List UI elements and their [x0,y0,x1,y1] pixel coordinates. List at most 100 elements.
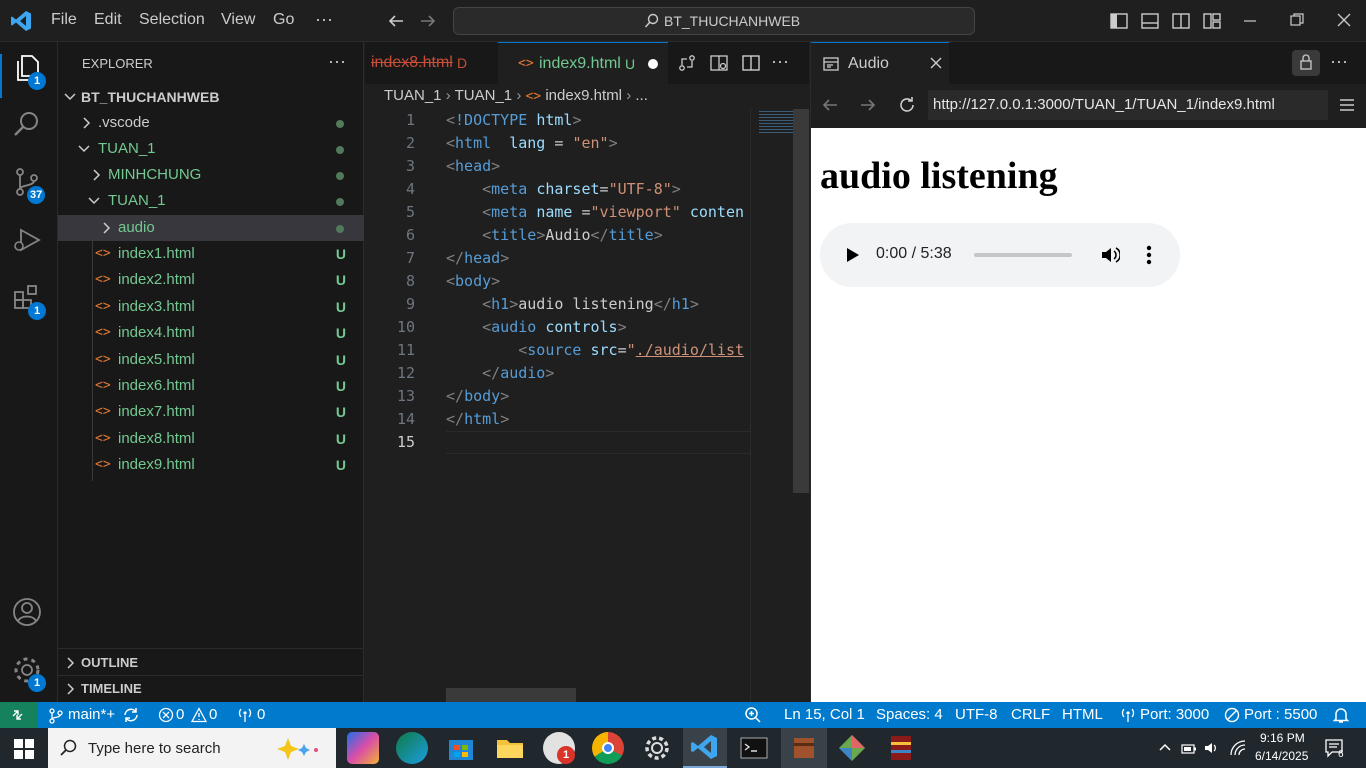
folder-tuan1[interactable]: TUAN_1 [58,136,364,162]
settings-app-icon[interactable] [641,732,673,764]
sync-icon[interactable] [122,706,140,724]
folder-tuan1-inner[interactable]: TUAN_1 [58,188,364,214]
git-branch[interactable]: main*+ [68,706,115,723]
menu-more[interactable]: ··· [315,9,333,30]
file-index4[interactable]: <> index4.html U [58,320,364,346]
file-index1[interactable]: <> index1.html U [58,241,364,267]
split-editor-icon[interactable] [742,54,760,72]
file-index3[interactable]: <> index3.html U [58,294,364,320]
chrome-app-icon[interactable] [592,732,624,764]
wifi-icon[interactable] [1229,740,1247,756]
file-index2[interactable]: <> index2.html U [58,267,364,293]
play-icon[interactable] [844,247,860,263]
file-index9[interactable]: <> index9.html U [58,452,364,478]
compare-changes-icon[interactable] [678,54,696,72]
breadcrumb-item[interactable]: TUAN_1 [455,87,513,104]
taskbar-search[interactable]: Type here to search [48,728,336,768]
windows-start-icon[interactable] [14,739,34,759]
folder-minhchung[interactable]: MINHCHUNG [58,162,364,188]
notification-bell-icon[interactable] [1332,706,1350,724]
vscode-taskbar-button[interactable] [683,728,727,768]
command-center[interactable]: BT_THUCHANHWEB [453,7,975,35]
workspace-root[interactable]: BT_THUCHANHWEB [58,84,364,110]
source-control-icon[interactable]: 37 [11,166,47,204]
toggle-secondary-sidebar-icon[interactable] [1172,12,1190,30]
explorer-more-button[interactable]: ··· [328,51,346,72]
battery-icon[interactable] [1181,740,1197,756]
open-preview-icon[interactable] [710,54,728,72]
close-tab-icon[interactable] [930,57,942,69]
menu-file[interactable]: File [51,11,77,29]
file-index6[interactable]: <> index6.html U [58,373,364,399]
breadcrumb-item[interactable]: ... [635,87,648,104]
folder-audio[interactable]: audio [58,215,364,241]
cursor-position[interactable]: Ln 15, Col 1 [784,706,865,723]
breadcrumb-item[interactable]: index9.html [545,87,622,104]
menu-go[interactable]: Go [273,11,294,29]
browser-back-icon[interactable] [821,96,839,114]
close-icon[interactable] [1336,12,1352,28]
audio-options-icon[interactable] [1146,245,1152,265]
store-app-icon[interactable] [445,732,477,764]
winrar-app-icon[interactable] [885,732,917,764]
ports-count[interactable]: 0 [257,706,265,723]
minimize-icon[interactable] [1243,12,1257,30]
toggle-panel-icon[interactable] [1141,12,1159,30]
browser-more-icon[interactable]: ··· [1330,51,1348,72]
breadcrumb-item[interactable]: TUAN_1 [384,87,442,104]
settings-gear-icon[interactable]: 1 [11,654,47,692]
unsaved-dot-icon[interactable] [648,59,658,69]
encoding[interactable]: UTF-8 [955,706,998,723]
file-index8[interactable]: <> index8.html U [58,426,364,452]
restore-icon[interactable] [1289,12,1305,28]
remote-indicator[interactable] [0,702,38,728]
speaker-icon[interactable] [1203,740,1219,756]
zoom-icon[interactable] [744,706,762,724]
edge-app-icon[interactable] [396,732,428,764]
copilot-app-icon[interactable] [347,732,379,764]
tab-index9[interactable]: <> index9.html U [498,42,668,84]
menu-view[interactable]: View [221,11,255,29]
extensions-icon[interactable]: 1 [11,282,47,320]
customize-layout-icon[interactable] [1203,12,1221,30]
clock-date[interactable]: 6/14/2025 [1255,749,1308,763]
chevron-up-icon[interactable] [1158,741,1172,755]
folder-vscode[interactable]: .vscode [58,110,364,136]
menu-edit[interactable]: Edit [94,11,122,29]
port-3000[interactable]: Port: 3000 [1140,706,1209,723]
end-of-line[interactable]: CRLF [1011,706,1050,723]
menu-selection[interactable]: Selection [139,11,205,29]
error-count[interactable]: 0 [176,706,184,723]
warning-count[interactable]: 0 [209,706,217,723]
clock-time[interactable]: 9:16 PM [1260,731,1305,745]
git-app-icon[interactable] [836,732,868,764]
tab-audio[interactable]: Audio [811,42,949,84]
hamburger-menu-icon[interactable] [1338,96,1356,114]
indentation[interactable]: Spaces: 4 [876,706,943,723]
account-icon[interactable] [11,596,47,632]
url-input[interactable]: http://127.0.0.1:3000/TUAN_1/TUAN_1/inde… [928,90,1328,120]
code-area[interactable]: 1 <!DOCTYPE html> 2 <html lang = "en"> 3 <h… [365,109,750,679]
explorer-icon[interactable]: 1 [11,52,47,90]
timeline-section[interactable]: TIMELINE [58,676,364,702]
run-debug-icon[interactable] [11,224,47,260]
file-index5[interactable]: <> index5.html U [58,347,364,373]
file-index7[interactable]: <> index7.html U [58,399,364,425]
zalo-app-icon[interactable]: 1 [543,732,575,764]
winrar-taskbar-button[interactable] [781,728,827,768]
file-explorer-icon[interactable] [494,732,526,764]
reload-icon[interactable] [898,96,916,114]
lock-icon[interactable] [1292,50,1320,76]
volume-icon[interactable] [1100,245,1120,265]
back-arrow-icon[interactable] [387,12,405,30]
outline-section[interactable]: OUTLINE [58,650,364,676]
terminal-app-icon[interactable] [738,732,770,764]
search-view-icon[interactable] [11,108,47,144]
port-5500[interactable]: Port : 5500 [1244,706,1317,723]
audio-progress-bar[interactable] [974,253,1072,257]
vertical-scrollbar[interactable] [793,109,809,493]
toggle-primary-sidebar-icon[interactable] [1110,12,1128,30]
browser-forward-icon[interactable] [859,96,877,114]
editor-more-icon[interactable]: ··· [771,51,789,72]
minimap[interactable] [750,109,793,702]
